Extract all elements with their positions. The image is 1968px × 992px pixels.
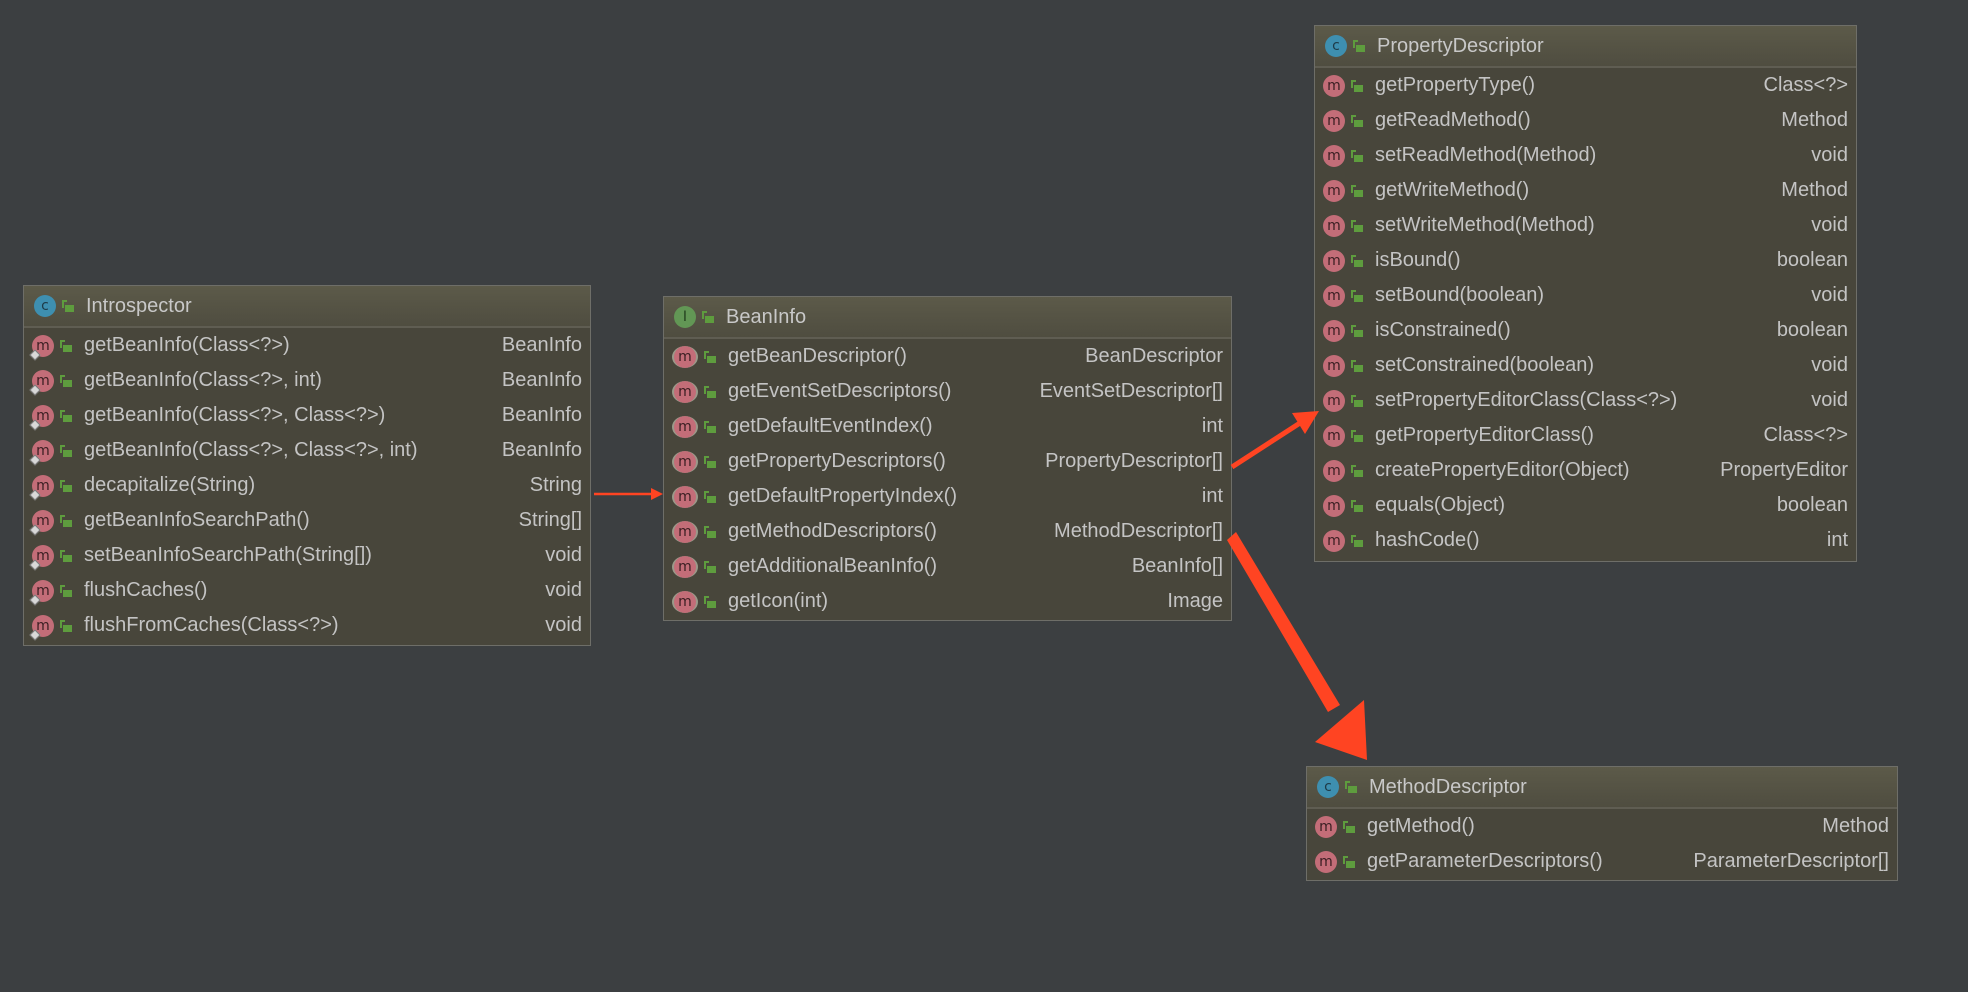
arrow-introspector-to-beaninfo (594, 488, 663, 500)
arrows-layer (594, 411, 1367, 760)
arrow-beaninfo-to-propertydescriptor (1230, 411, 1319, 470)
arrow-beaninfo-to-methoddescriptor (1227, 532, 1367, 760)
